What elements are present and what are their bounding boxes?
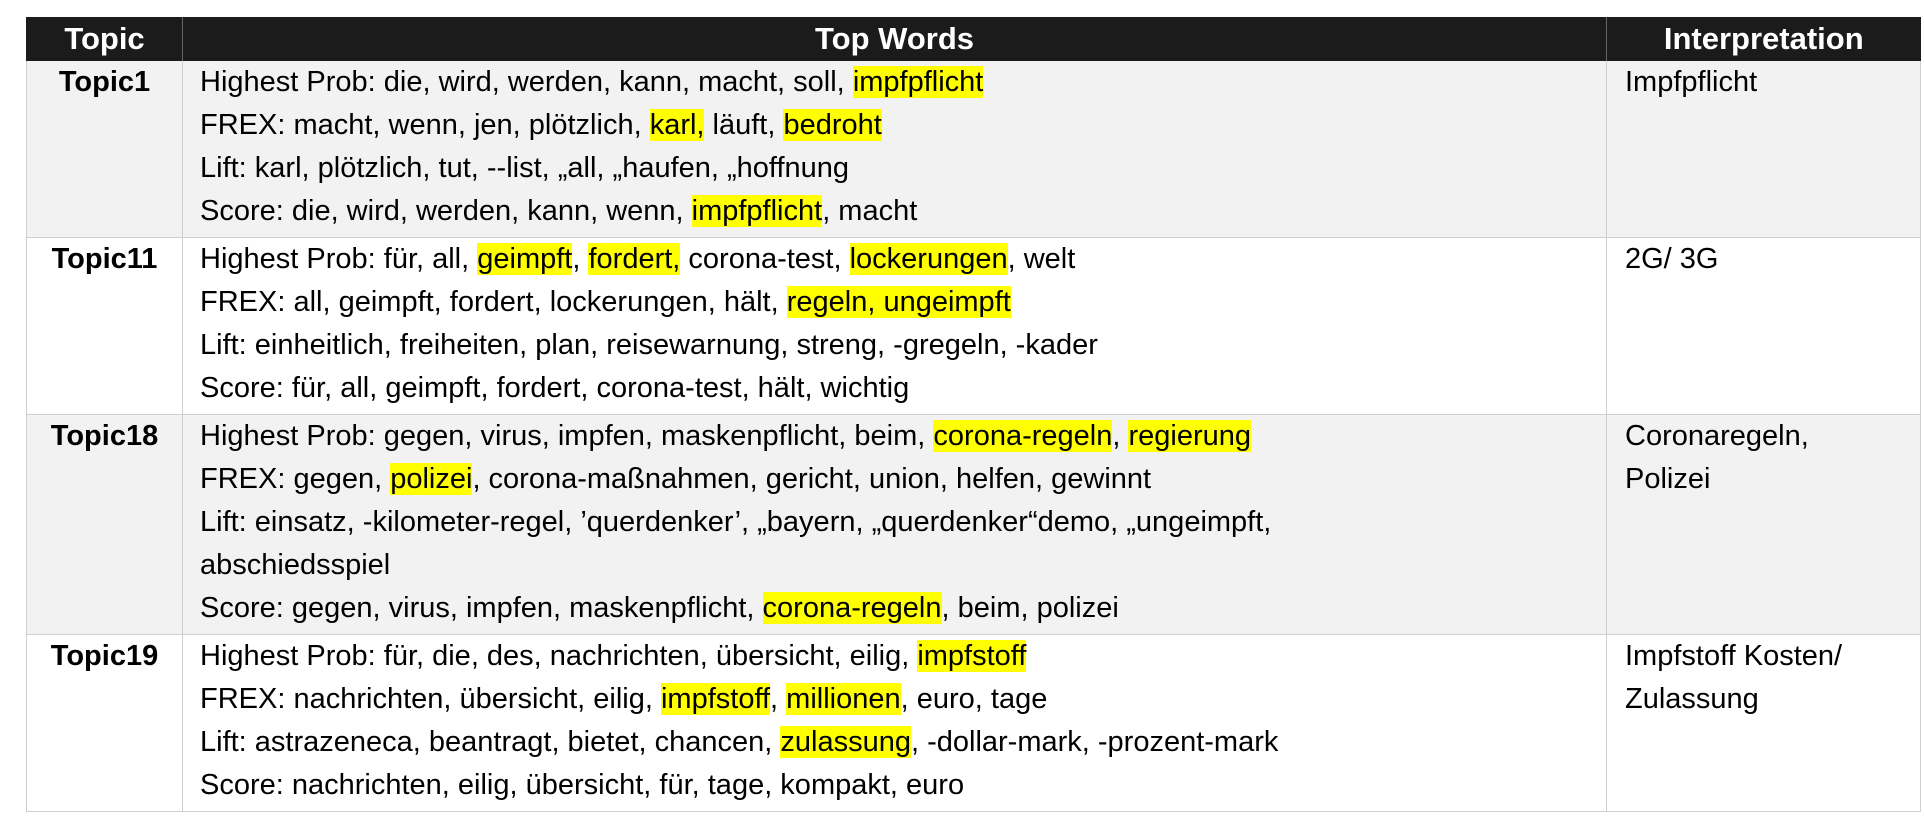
- word-text: Lift: karl, plötzlich, tut, --list, „all…: [200, 152, 850, 184]
- table-body: Topic1 Highest Prob: die, wird, werden, k…: [26, 61, 1921, 812]
- header-interpretation: Interpretation: [1606, 17, 1921, 61]
- highlighted-term: geimpft: [477, 243, 573, 275]
- word-line: Highest Prob: für, all, geimpft, fordert…: [200, 238, 1596, 281]
- word-line: abschiedsspiel: [200, 544, 1596, 587]
- word-text: , welt: [1007, 243, 1076, 275]
- word-line: Score: nachrichten, eilig, übersicht, fü…: [200, 764, 1596, 807]
- table-row: Topic18 Highest Prob: gegen, virus, impfe…: [26, 414, 1921, 635]
- topic-label: Topic19: [26, 634, 183, 812]
- highlighted-term: impfstoff: [660, 683, 771, 715]
- word-text: Score: nachrichten, eilig, übersicht, fü…: [200, 769, 965, 801]
- highlighted-term: polizei: [390, 463, 473, 495]
- word-text: ,: [572, 243, 589, 275]
- word-text: Highest Prob: für, die, des, nachrichten…: [200, 640, 918, 672]
- word-text: , euro, tage: [900, 683, 1048, 715]
- highlighted-term: impfpflicht: [691, 195, 823, 227]
- word-text: läuft,: [704, 109, 784, 141]
- interpretation-text: Zulassung: [1625, 683, 1759, 715]
- word-text: FREX: all, geimpft, fordert, lockerungen…: [200, 286, 787, 318]
- highlighted-term: corona-regeln: [762, 592, 942, 624]
- topic-label: Topic1: [26, 61, 183, 238]
- interpretation-cell: 2G/ 3G: [1606, 237, 1921, 415]
- word-line: Lift: einheitlich, freiheiten, plan, rei…: [200, 324, 1596, 367]
- interpretation-text: Polizei: [1625, 463, 1711, 495]
- highlighted-term: bedroht: [783, 109, 882, 141]
- top-words-cell: Highest Prob: gegen, virus, impfen, mask…: [182, 414, 1607, 635]
- header-top-words: Top Words: [182, 17, 1607, 61]
- word-text: , corona-maßnahmen, gericht, union, helf…: [472, 463, 1152, 495]
- word-text: , -dollar-mark, -prozent-mark: [910, 726, 1279, 758]
- header-row: Topic Top Words Interpretation: [26, 17, 1921, 61]
- header-topic: Topic: [26, 17, 183, 61]
- word-text: Highest Prob: die, wird, werden, kann, m…: [200, 66, 853, 98]
- word-line: Score: gegen, virus, impfen, maskenpflic…: [200, 587, 1596, 630]
- highlighted-term: regeln, ungeimpft: [786, 286, 1011, 318]
- word-text: Highest Prob: gegen, virus, impfen, mask…: [200, 420, 934, 452]
- topic-label: Topic18: [26, 414, 183, 635]
- word-line: FREX: gegen, polizei, corona-maßnahmen, …: [200, 458, 1596, 501]
- word-line: Lift: einsatz, -kilometer-regel, ’querde…: [200, 501, 1596, 544]
- word-text: FREX: gegen,: [200, 463, 391, 495]
- interpretation-cell: Impfpflicht: [1606, 61, 1921, 238]
- word-line: Lift: astrazeneca, beantragt, bietet, ch…: [200, 721, 1596, 764]
- interpretation-text: Impfpflicht: [1625, 66, 1758, 98]
- word-text: , beim, polizei: [941, 592, 1119, 624]
- highlighted-term: impfstoff: [917, 640, 1027, 672]
- word-text: Lift: einheitlich, freiheiten, plan, rei…: [200, 329, 1098, 361]
- highlighted-term: impfpflicht: [852, 66, 984, 98]
- top-words-cell: Highest Prob: für, all, geimpft, fordert…: [182, 237, 1607, 415]
- word-text: , macht: [822, 195, 918, 227]
- interpretation-text: Impfstoff Kosten/: [1625, 640, 1843, 672]
- table-row: Topic11 Highest Prob: für, all, geimpft, …: [26, 237, 1921, 415]
- word-line: FREX: all, geimpft, fordert, lockerungen…: [200, 281, 1596, 324]
- word-text: abschiedsspiel: [200, 549, 391, 581]
- highlighted-term: zulassung: [780, 726, 911, 758]
- highlighted-term: corona-regeln: [933, 420, 1113, 452]
- word-text: FREX: macht, wenn, jen, plötzlich,: [200, 109, 650, 141]
- word-line: Score: für, all, geimpft, fordert, coron…: [200, 367, 1596, 410]
- highlighted-term: millionen: [786, 683, 901, 715]
- interpretation-text: Coronaregeln,: [1625, 420, 1809, 452]
- interpretation-text: 2G/ 3G: [1625, 243, 1719, 275]
- top-words-cell: Highest Prob: für, die, des, nachrichten…: [182, 634, 1607, 812]
- topic-label: Topic11: [26, 237, 183, 415]
- word-text: ,: [770, 683, 787, 715]
- top-words-cell: Highest Prob: die, wird, werden, kann, m…: [182, 61, 1607, 238]
- word-line: FREX: macht, wenn, jen, plötzlich, karl,…: [200, 104, 1596, 147]
- table-header: Topic Top Words Interpretation: [26, 17, 1921, 61]
- word-line: Highest Prob: gegen, virus, impfen, mask…: [200, 415, 1596, 458]
- word-text: Score: für, all, geimpft, fordert, coron…: [200, 372, 910, 404]
- word-text: Highest Prob: für, all,: [200, 243, 478, 275]
- table-row: Topic19 Highest Prob: für, die, des, nach…: [26, 634, 1921, 812]
- word-line: FREX: nachrichten, übersicht, eilig, imp…: [200, 678, 1596, 721]
- word-line: Lift: karl, plötzlich, tut, --list, „all…: [200, 147, 1596, 190]
- word-line: Highest Prob: für, die, des, nachrichten…: [200, 635, 1596, 678]
- highlighted-term: fordert,: [588, 243, 681, 275]
- word-line: Highest Prob: die, wird, werden, kann, m…: [200, 61, 1596, 104]
- word-text: Lift: einsatz, -kilometer-regel, ’querde…: [200, 506, 1272, 538]
- highlighted-term: lockerungen: [849, 243, 1008, 275]
- word-text: corona-test,: [680, 243, 850, 275]
- word-text: Score: gegen, virus, impfen, maskenpflic…: [200, 592, 763, 624]
- word-line: Score: die, wird, werden, kann, wenn, im…: [200, 190, 1596, 233]
- interpretation-cell: Impfstoff Kosten/Zulassung: [1606, 634, 1921, 812]
- word-text: ,: [1112, 420, 1129, 452]
- highlighted-term: regierung: [1128, 420, 1252, 452]
- word-text: Lift: astrazeneca, beantragt, bietet, ch…: [200, 726, 781, 758]
- table-row: Topic1 Highest Prob: die, wird, werden, k…: [26, 61, 1921, 238]
- topic-table: Topic Top Words Interpretation Topic1 Hig…: [26, 17, 1921, 812]
- highlighted-term: karl,: [649, 109, 705, 141]
- interpretation-cell: Coronaregeln, Polizei: [1606, 414, 1921, 635]
- word-text: FREX: nachrichten, übersicht, eilig,: [200, 683, 661, 715]
- word-text: Score: die, wird, werden, kann, wenn,: [200, 195, 692, 227]
